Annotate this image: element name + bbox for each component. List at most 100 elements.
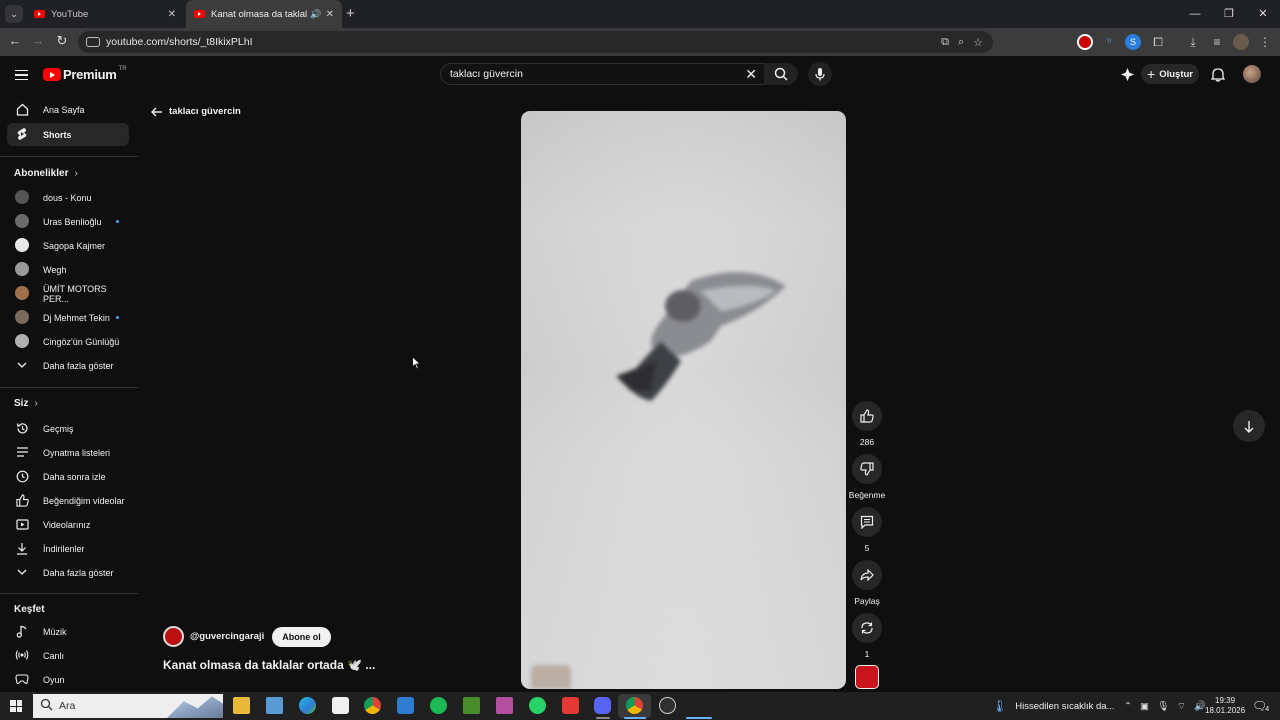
channel-name[interactable]: @guvercingaraji [190, 631, 264, 642]
chrome-icon[interactable] [364, 697, 381, 714]
file-explorer-icon[interactable] [233, 697, 250, 714]
windows-start-icon[interactable] [10, 700, 22, 712]
notifications-center[interactable]: 🗨 4 [1252, 692, 1269, 720]
address-bar[interactable]: youtube.com/shorts/_t8IkixPLhI ⧉ ⌕ ☆ [78, 31, 993, 53]
wifi-icon[interactable]: ⌔ [1177, 701, 1186, 712]
minimize-button[interactable]: — [1178, 0, 1212, 28]
dislike-action: Beğenme [849, 454, 885, 500]
photos-app-icon[interactable] [496, 697, 513, 714]
store-icon[interactable] [332, 697, 349, 714]
sidebar-item-shorts[interactable]: Shorts [7, 123, 129, 146]
restore-button[interactable]: ❐ [1212, 0, 1246, 28]
tab-short-active[interactable]: Kanat olmasa da taklalar ortada 🔊 ✕ [186, 0, 342, 28]
site-info-icon[interactable] [86, 37, 100, 47]
bookmark-star-icon[interactable]: ☆ [973, 36, 983, 49]
tab-title: Kanat olmasa da taklalar ortada [211, 8, 308, 20]
youtube-premium-logo[interactable]: Premium TR [43, 66, 127, 82]
share-button[interactable] [852, 560, 882, 590]
channel-avatar [15, 262, 29, 276]
forward-arrow-icon[interactable]: → [29, 33, 47, 48]
tab-close-icon[interactable]: ✕ [326, 9, 334, 20]
edge-icon[interactable] [299, 697, 316, 714]
extension-wave-icon[interactable]: ⁾⁾ [1101, 34, 1117, 50]
whatsapp-icon[interactable] [529, 697, 546, 714]
clear-search-icon[interactable]: ✕ [745, 66, 757, 83]
profile-avatar[interactable] [1233, 34, 1249, 50]
sidebar-item-history[interactable]: Geçmiş [7, 417, 129, 440]
show-more-you[interactable]: Daha fazla göster [7, 561, 129, 584]
sidebar-subscription-5[interactable]: Dj Mehmet Tekin [7, 306, 129, 329]
tray-app-icon[interactable]: ▣ [1140, 701, 1149, 712]
subscribe-button[interactable]: Abone ol [272, 626, 331, 647]
cast-icon[interactable]: ⧉ [941, 36, 949, 49]
sidebar-item-playlists[interactable]: Oynatma listeleri [7, 441, 129, 464]
sidebar-subscription-4[interactable]: ÜMİT MOTORS PER... [7, 282, 129, 305]
close-window-button[interactable]: ✕ [1246, 0, 1280, 28]
you-heading[interactable]: Siz › [14, 398, 38, 409]
extensions-puzzle-icon[interactable]: ⧠ [1150, 34, 1166, 50]
download-icon[interactable]: ⤓ [1185, 34, 1201, 50]
comments-button[interactable] [852, 507, 882, 537]
sidebar-item-live[interactable]: Canlı [7, 644, 129, 667]
sidebar-subscription-2[interactable]: Sagopa Kajmer [7, 234, 129, 257]
audio-track-thumbnail[interactable] [855, 665, 879, 689]
sidebar-item-downloads[interactable]: İndirilenler [7, 537, 129, 560]
extension-opera-icon[interactable] [1077, 34, 1093, 50]
extension-shazam-icon[interactable]: S [1125, 34, 1141, 50]
reading-list-icon[interactable]: ≡ [1209, 34, 1225, 50]
notifications-bell-icon[interactable] [1211, 67, 1225, 82]
sidebar-item-gaming[interactable]: Oyun [7, 668, 129, 691]
speaker-icon[interactable]: 🔊 [310, 9, 321, 20]
sidebar-subscription-1[interactable]: Uras Benlioğlu [7, 210, 129, 233]
show-more-subscriptions[interactable]: Daha fazla göster [7, 354, 129, 377]
discord-icon[interactable] [594, 697, 611, 714]
zoom-icon[interactable]: ⌕ [958, 36, 964, 49]
url-text[interactable]: youtube.com/shorts/_t8IkixPLhI [106, 36, 941, 48]
dislike-button[interactable] [852, 454, 882, 484]
short-title[interactable]: Kanat olmasa da taklalar ortada 🕊️ ... [163, 658, 375, 672]
clock[interactable]: 19:39 18.01.2026 [1205, 696, 1245, 716]
reload-icon[interactable]: ↻ [53, 33, 71, 49]
sidebar-subscription-3[interactable]: Wegh [7, 258, 129, 281]
gemini-sparkle-icon[interactable] [1120, 67, 1135, 82]
sidebar-item-home[interactable]: Ana Sayfa [7, 98, 129, 121]
taskbar-search-box[interactable]: Ara [33, 694, 223, 718]
search-input[interactable]: taklacı güvercin ✕ [440, 63, 766, 85]
search-button[interactable] [764, 63, 798, 85]
minecraft-icon[interactable] [463, 697, 480, 714]
chrome-active-icon[interactable] [626, 697, 643, 714]
obs-icon[interactable] [659, 697, 676, 714]
sidebar-subscription-6[interactable]: Cingöz'ün Günlüğü [7, 330, 129, 353]
mouse-cursor-icon [412, 356, 421, 370]
browser-menu-icon[interactable]: ⋮ [1257, 34, 1273, 50]
chevron-up-icon[interactable]: ⌃ [1124, 701, 1132, 712]
account-avatar[interactable] [1243, 65, 1261, 83]
tab-search-dropdown[interactable]: ⌄ [5, 5, 23, 23]
voice-search-button[interactable] [808, 62, 832, 86]
mail-icon[interactable] [397, 697, 414, 714]
sidebar-subscription-0[interactable]: dous - Konu [7, 186, 129, 209]
microphone-tray-icon[interactable]: 🎙 [1157, 701, 1169, 712]
sidebar-item-watch-later[interactable]: Daha sonra izle [7, 465, 129, 488]
spotify-icon[interactable] [430, 697, 447, 714]
new-tab-button[interactable]: + [346, 5, 355, 22]
tab-youtube[interactable]: YouTube ✕ [26, 0, 184, 28]
next-short-button[interactable] [1233, 410, 1265, 442]
like-button[interactable] [852, 401, 882, 431]
menu-icon[interactable] [15, 70, 28, 80]
sidebar-item-liked-videos[interactable]: Beğendiğim videolar [7, 489, 129, 512]
capcut-icon[interactable] [562, 697, 579, 714]
back-arrow-icon[interactable]: ← [6, 33, 24, 48]
channel-avatar[interactable] [163, 626, 184, 647]
short-video-player[interactable] [521, 111, 846, 689]
remix-button[interactable] [852, 613, 882, 643]
this-pc-icon[interactable] [266, 697, 283, 714]
subscriptions-heading[interactable]: Abonelikler › [14, 168, 78, 179]
weather-widget[interactable]: 🌡 Hissedilen sıcaklık da... [992, 692, 1115, 720]
create-button[interactable]: + Oluştur [1141, 64, 1199, 84]
sidebar-item-music[interactable]: Müzik [7, 620, 129, 643]
tab-close-icon[interactable]: ✕ [168, 9, 176, 20]
back-to-search-link[interactable]: taklacı güvercin [151, 106, 241, 117]
search-query[interactable]: taklacı güvercin [450, 68, 523, 80]
sidebar-item-your-videos[interactable]: Videolarınız [7, 513, 129, 536]
